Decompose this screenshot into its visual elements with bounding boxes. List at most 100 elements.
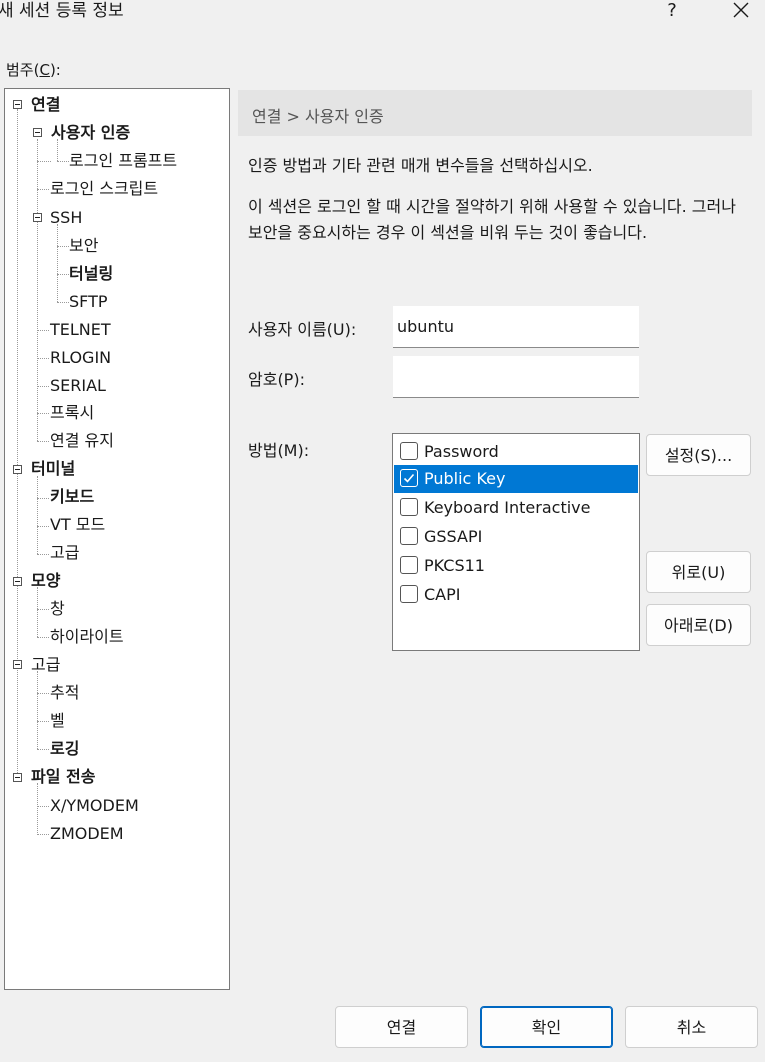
tree-item-window[interactable]: 창 bbox=[50, 597, 65, 621]
tree-item-rlogin[interactable]: RLOGIN bbox=[50, 346, 111, 370]
tree-item-security[interactable]: 보안 bbox=[69, 234, 98, 258]
method-checkbox[interactable] bbox=[400, 442, 418, 460]
tree-item-tunneling[interactable]: 터널링 bbox=[69, 262, 113, 286]
tree-item-keyboard[interactable]: 키보드 bbox=[50, 485, 94, 509]
connect-button[interactable]: 연결 bbox=[335, 1006, 468, 1048]
tree-line bbox=[37, 498, 49, 499]
tree-item-label: TELNET bbox=[50, 320, 111, 339]
tree-item-label: 고급 bbox=[31, 655, 61, 674]
tree-line bbox=[37, 637, 49, 638]
method-password[interactable]: Password bbox=[394, 438, 638, 466]
tree-item-logging[interactable]: 로깅 bbox=[50, 737, 79, 761]
method-label: PKCS11 bbox=[424, 556, 485, 575]
tree-item-label: 연결 유지 bbox=[50, 431, 114, 450]
move-down-button[interactable]: 아래로(D) bbox=[646, 604, 751, 646]
tree-item-label: 로깅 bbox=[50, 739, 80, 758]
tree-item-zmodem[interactable]: ZMODEM bbox=[50, 822, 124, 846]
collapse-icon[interactable] bbox=[13, 773, 22, 782]
tree-line bbox=[17, 109, 18, 773]
method-pkcs11[interactable]: PKCS11 bbox=[394, 552, 638, 580]
tree-line bbox=[37, 526, 49, 527]
method-label: Keyboard Interactive bbox=[424, 498, 591, 517]
tree-item-sftp[interactable]: SFTP bbox=[69, 290, 108, 314]
collapse-icon[interactable] bbox=[13, 465, 22, 474]
password-label: 암호(P): bbox=[248, 370, 305, 389]
tree-item-advanced[interactable]: 고급 bbox=[31, 653, 60, 677]
method-label: Public Key bbox=[424, 469, 506, 488]
tree-line bbox=[37, 806, 49, 807]
tree-item-bell[interactable]: 벨 bbox=[50, 709, 65, 733]
tree-item-label: 연결 bbox=[31, 95, 61, 114]
tree-item-telnet[interactable]: TELNET bbox=[50, 318, 111, 342]
password-field[interactable] bbox=[393, 356, 639, 398]
collapse-icon[interactable] bbox=[33, 128, 42, 137]
tree-item-trace[interactable]: 추적 bbox=[50, 681, 79, 705]
collapse-icon[interactable] bbox=[13, 577, 22, 586]
tree-item-label: RLOGIN bbox=[50, 348, 112, 367]
collapse-icon[interactable] bbox=[13, 100, 22, 109]
checkmark-icon bbox=[403, 473, 415, 483]
tree-line bbox=[37, 189, 49, 190]
tree-item-user-auth[interactable]: 사용자 인증 bbox=[51, 121, 130, 145]
tree-item-label: X/YMODEM bbox=[50, 796, 139, 815]
close-button[interactable] bbox=[728, 0, 754, 24]
tree-item-terminal[interactable]: 터미널 bbox=[31, 457, 75, 481]
tree-item-ssh[interactable]: SSH bbox=[50, 206, 82, 230]
tree-item-label: 벨 bbox=[50, 711, 65, 730]
tree-line bbox=[57, 302, 69, 303]
tree-item-label: VT 모드 bbox=[50, 515, 106, 534]
tree-line bbox=[57, 161, 69, 162]
tree-line bbox=[37, 609, 49, 610]
method-gssapi[interactable]: GSSAPI bbox=[394, 523, 638, 551]
method-checkbox[interactable] bbox=[400, 498, 418, 516]
auth-method-list[interactable]: Password Public Key Keyboard Interactive… bbox=[392, 433, 640, 651]
tree-item-vt-mode[interactable]: VT 모드 bbox=[50, 513, 105, 537]
method-public-key[interactable]: Public Key bbox=[394, 465, 638, 493]
ok-button[interactable]: 확인 bbox=[480, 1006, 613, 1048]
tree-item-proxy[interactable]: 프록시 bbox=[50, 401, 94, 425]
collapse-icon[interactable] bbox=[13, 660, 22, 669]
tree-line bbox=[37, 783, 38, 833]
tree-item-xymodem[interactable]: X/YMODEM bbox=[50, 794, 139, 818]
tree-item-appearance[interactable]: 모양 bbox=[31, 569, 60, 593]
tree-item-label: 모양 bbox=[31, 571, 61, 590]
tree-line bbox=[57, 224, 58, 302]
tree-item-keepalive[interactable]: 연결 유지 bbox=[50, 429, 114, 453]
tree-item-file-transfer[interactable]: 파일 전송 bbox=[31, 765, 95, 789]
cancel-button[interactable]: 취소 bbox=[625, 1006, 758, 1048]
method-checkbox[interactable] bbox=[400, 527, 418, 545]
breadcrumb-text: 연결 > 사용자 인증 bbox=[252, 103, 384, 127]
tree-item-terminal-advanced[interactable]: 고급 bbox=[50, 541, 79, 565]
tree-line bbox=[37, 587, 38, 637]
tree-item-serial[interactable]: SERIAL bbox=[50, 374, 106, 398]
tree-item-login-prompt[interactable]: 로그인 프롬프트 bbox=[69, 149, 177, 173]
tree-item-label: SSH bbox=[50, 208, 83, 227]
tree-item-label: 키보드 bbox=[50, 487, 95, 506]
method-checkbox[interactable] bbox=[400, 469, 418, 487]
tree-item-label: 프록시 bbox=[50, 403, 95, 422]
tree-item-highlight[interactable]: 하이라이트 bbox=[50, 625, 124, 649]
username-field[interactable] bbox=[393, 306, 639, 348]
tree-line bbox=[37, 386, 49, 387]
tree-line bbox=[37, 413, 49, 414]
tree-item-label: 고급 bbox=[50, 543, 80, 562]
description-line-2: 이 섹션은 로그인 할 때 시간을 절약하기 위해 사용할 수 있습니다. 그러… bbox=[248, 197, 736, 242]
tree-line bbox=[37, 330, 49, 331]
description-line-1: 인증 방법과 기타 관련 매개 변수들을 선택하십시오. bbox=[248, 156, 593, 175]
tree-item-connection[interactable]: 연결 bbox=[31, 93, 60, 117]
method-capi[interactable]: CAPI bbox=[394, 581, 638, 609]
help-button[interactable]: ? bbox=[660, 0, 684, 24]
method-checkbox[interactable] bbox=[400, 556, 418, 574]
method-checkbox[interactable] bbox=[400, 585, 418, 603]
method-label: CAPI bbox=[424, 585, 461, 604]
tree-line bbox=[57, 246, 69, 247]
tree-item-login-script[interactable]: 로그인 스크립트 bbox=[50, 177, 158, 201]
collapse-icon[interactable] bbox=[33, 213, 42, 222]
tree-item-label: SFTP bbox=[69, 292, 108, 311]
move-up-button[interactable]: 위로(U) bbox=[646, 551, 751, 593]
category-tree[interactable]: 연결 사용자 인증 로그인 프롬프트 로그인 스크립트 SSH 보안 터널링 S… bbox=[4, 88, 230, 990]
breadcrumb: 연결 > 사용자 인증 bbox=[238, 90, 752, 136]
method-keyboard-interactive[interactable]: Keyboard Interactive bbox=[394, 494, 638, 522]
settings-button[interactable]: 설정(S)... bbox=[646, 434, 751, 476]
tree-line bbox=[37, 139, 38, 441]
